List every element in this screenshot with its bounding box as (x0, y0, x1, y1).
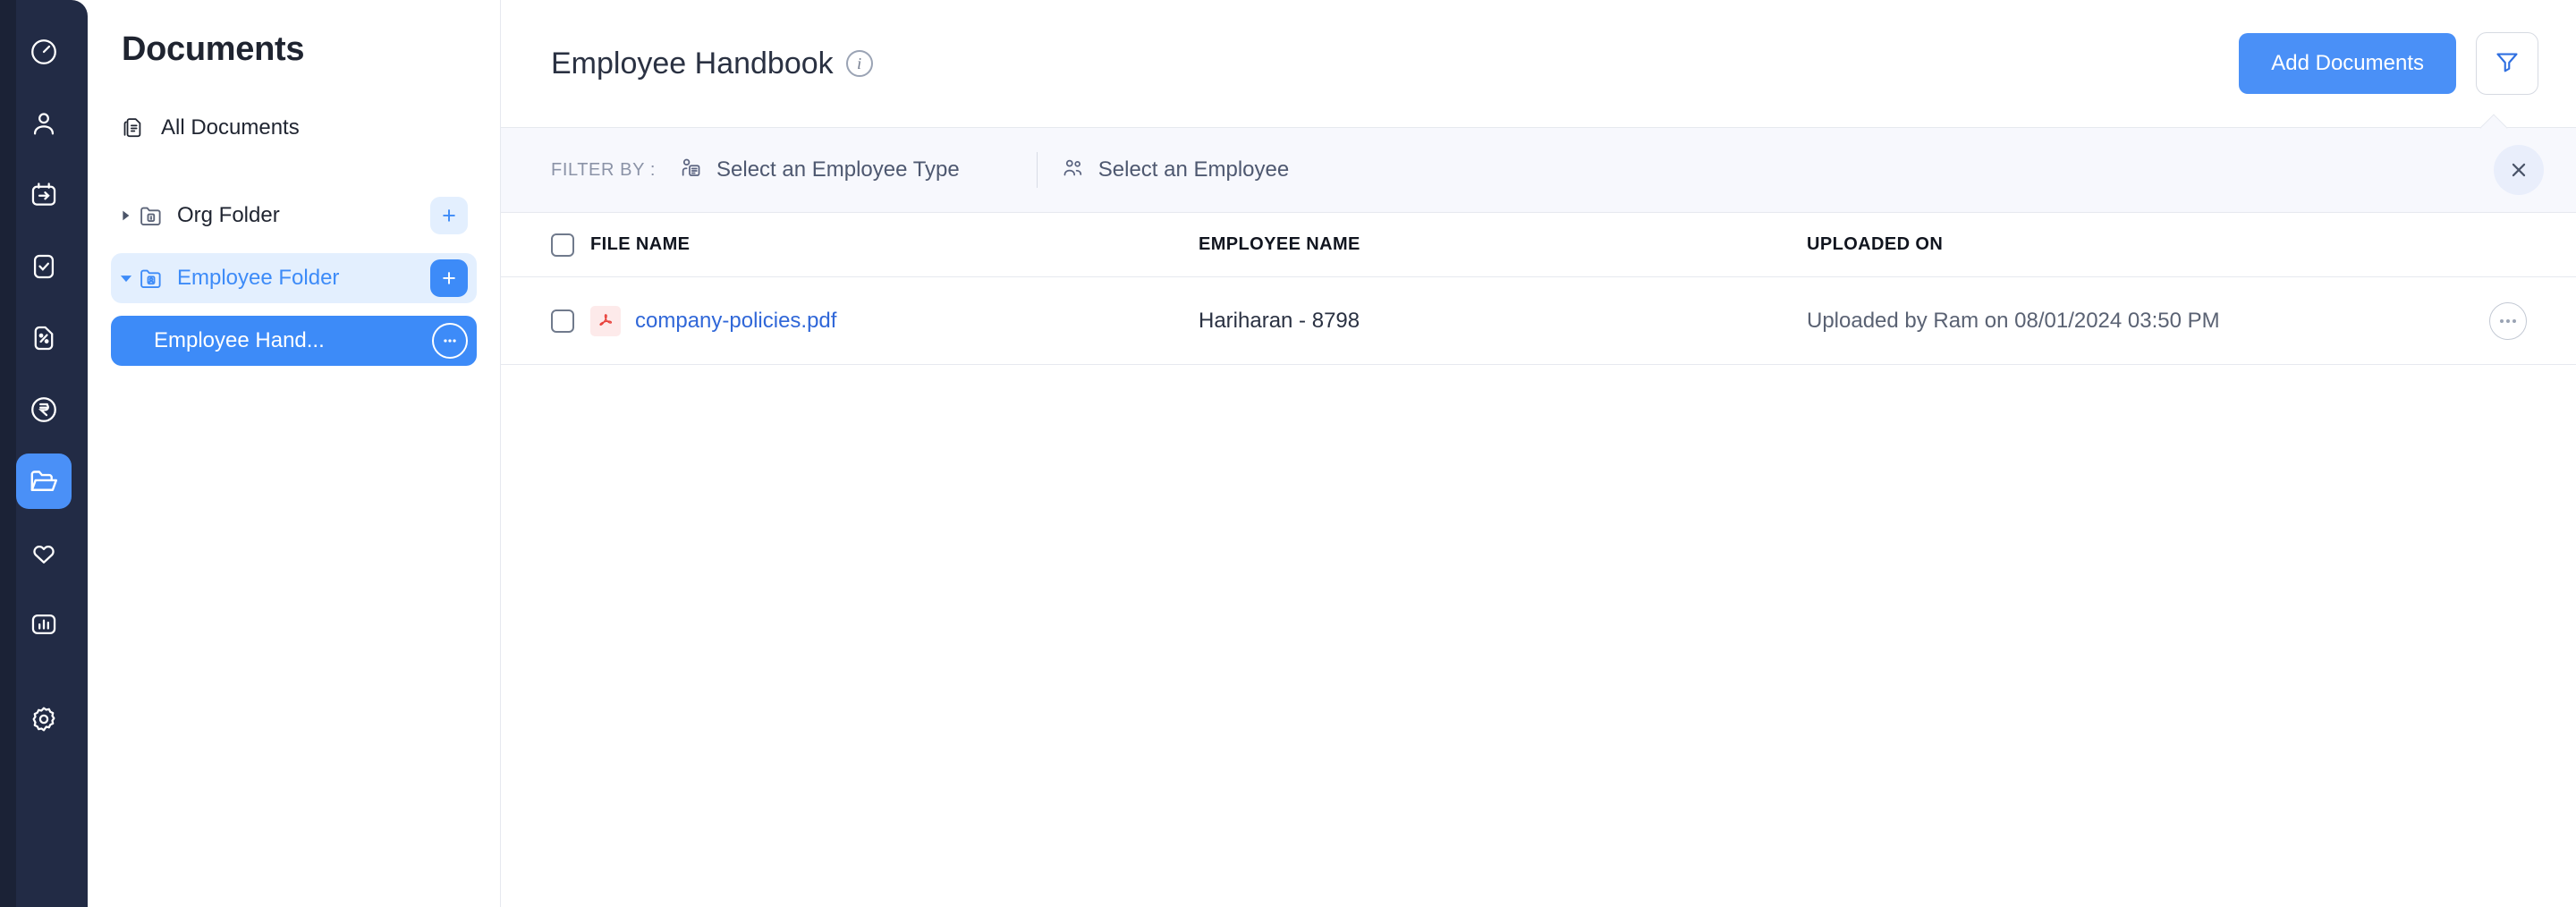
folder-employee-icon (138, 265, 168, 292)
rail-item-leave[interactable] (0, 159, 88, 231)
sidebar-item-employee-folder[interactable]: Employee Folder + (111, 253, 477, 303)
chevron-down-icon[interactable] (114, 271, 138, 285)
employee-value: Select an Employee (1098, 157, 1289, 182)
rail-item-documents[interactable] (0, 445, 88, 517)
employees-icon (1061, 156, 1086, 185)
sidebar-item-all-documents[interactable]: All Documents (111, 103, 477, 153)
heart-icon[interactable] (16, 525, 72, 581)
rupee-circle-icon[interactable] (16, 382, 72, 437)
row-checkbox[interactable] (551, 309, 590, 333)
main-content: Employee Handbook i Add Documents FILTER… (501, 0, 2576, 907)
row-actions-button[interactable] (2489, 302, 2527, 340)
sidebar-item-org-folder[interactable]: Org Folder + (111, 191, 477, 241)
cell-actions (2472, 302, 2544, 340)
gear-icon[interactable] (16, 691, 72, 747)
content-header: Employee Handbook i Add Documents (501, 0, 2576, 127)
sidebar-item-label: Org Folder (177, 203, 430, 228)
chevron-right-icon[interactable] (114, 209, 138, 222)
calendar-arrow-icon[interactable] (16, 167, 72, 223)
table-row[interactable]: company-policies.pdf Hariharan - 8798 Up… (501, 277, 2576, 365)
primary-icon-rail (0, 0, 88, 907)
documents-icon (122, 115, 152, 140)
folder-open-icon[interactable] (16, 454, 72, 509)
funnel-icon (2494, 48, 2521, 80)
folder-org-icon (138, 202, 168, 229)
column-header-employee-name[interactable]: EMPLOYEE NAME (1199, 234, 1807, 255)
column-header-file-name[interactable]: FILE NAME (590, 234, 1199, 255)
employee-type-value: Select an Employee Type (716, 157, 960, 182)
percent-document-icon[interactable] (16, 310, 72, 366)
documents-sidebar: Documents All Documents (88, 0, 501, 907)
filter-by-label: FILTER BY : (551, 160, 656, 181)
add-to-employee-folder-button[interactable]: + (430, 259, 468, 297)
close-filter-button[interactable] (2494, 145, 2544, 195)
ellipsis-icon (2500, 319, 2504, 323)
employee-type-filter[interactable]: Select an Employee Type (679, 156, 1013, 185)
sidebar-item-label: Employee Hand... (154, 328, 432, 353)
info-icon[interactable]: i (846, 50, 873, 77)
rail-item-engagement[interactable] (0, 517, 88, 589)
pdf-icon (590, 306, 621, 336)
cell-employee-name: Hariharan - 8798 (1199, 309, 1807, 334)
table-header-row: FILE NAME EMPLOYEE NAME UPLOADED ON (501, 213, 2576, 277)
speedometer-icon[interactable] (16, 24, 72, 80)
rail-item-settings[interactable] (0, 683, 88, 755)
ellipsis-icon (2512, 319, 2516, 323)
employee-filter[interactable]: Select an Employee (1061, 156, 1343, 185)
content-title-group: Employee Handbook i (551, 47, 2239, 81)
sidebar-item-employee-handbook[interactable]: Employee Hand... (111, 316, 477, 366)
person-icon[interactable] (16, 96, 72, 151)
filter-bar: FILTER BY : Select an Employee Type (501, 127, 2576, 213)
select-all-checkbox[interactable] (551, 233, 590, 257)
column-header-uploaded-on[interactable]: UPLOADED ON (1807, 234, 2472, 255)
filter-divider (1037, 152, 1038, 188)
cell-file-name: company-policies.pdf (590, 306, 1199, 336)
rail-item-tasks[interactable] (0, 231, 88, 302)
rail-item-reports[interactable] (0, 589, 88, 660)
page-title: Documents (111, 30, 477, 69)
add-documents-button[interactable]: Add Documents (2239, 33, 2456, 94)
employee-type-icon (679, 156, 704, 185)
sidebar-item-label: All Documents (161, 115, 468, 140)
checkbox-task-icon[interactable] (16, 239, 72, 294)
filter-toggle-button[interactable] (2476, 32, 2538, 95)
add-to-org-folder-button[interactable]: + (430, 197, 468, 234)
content-title: Employee Handbook (551, 47, 834, 81)
ellipsis-icon[interactable] (432, 323, 468, 359)
file-name-link[interactable]: company-policies.pdf (635, 309, 836, 334)
rail-item-dashboard[interactable] (0, 16, 88, 88)
bar-chart-icon[interactable] (16, 597, 72, 652)
close-icon (2507, 158, 2530, 182)
app-root: Documents All Documents (0, 0, 2576, 907)
documents-table: FILE NAME EMPLOYEE NAME UPLOADED ON comp… (501, 213, 2576, 907)
rail-item-people[interactable] (0, 88, 88, 159)
checkbox-icon (551, 309, 574, 333)
rail-item-payroll[interactable] (0, 374, 88, 445)
cell-uploaded-on: Uploaded by Ram on 08/01/2024 03:50 PM (1807, 309, 2472, 334)
rail-item-appraisal[interactable] (0, 302, 88, 374)
checkbox-icon (551, 233, 574, 257)
sidebar-item-label: Employee Folder (177, 266, 430, 291)
ellipsis-icon (2506, 319, 2510, 323)
